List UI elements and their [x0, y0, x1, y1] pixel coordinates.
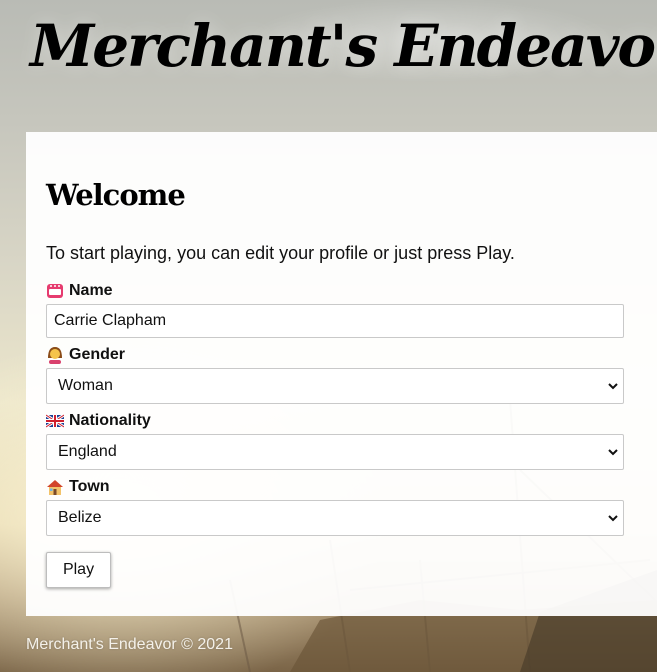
name-label: Name	[46, 282, 113, 300]
town-select[interactable]: Belize	[46, 500, 624, 536]
nationality-label: Nationality	[46, 412, 151, 430]
name-badge-icon	[47, 284, 63, 298]
play-button[interactable]: Play	[46, 552, 111, 588]
gender-select-value: Woman	[58, 377, 113, 394]
name-label-text: Name	[69, 282, 113, 299]
town-label-text: Town	[69, 478, 110, 495]
nationality-select[interactable]: England	[46, 434, 624, 470]
nationality-select-value: England	[58, 443, 117, 460]
profile-panel: Welcome To start playing, you can edit y…	[26, 132, 657, 616]
chevron-down-icon	[608, 515, 618, 522]
uk-flag-icon	[46, 413, 64, 429]
gender-label: Gender	[46, 346, 125, 364]
chevron-down-icon	[608, 383, 618, 390]
name-input[interactable]	[46, 304, 624, 338]
town-select-value: Belize	[58, 509, 102, 526]
gender-label-text: Gender	[69, 346, 126, 363]
chevron-down-icon	[608, 449, 618, 456]
nationality-label-text: Nationality	[69, 412, 151, 429]
gender-select[interactable]: Woman	[46, 368, 624, 404]
woman-icon	[48, 347, 62, 364]
welcome-heading: Welcome	[46, 178, 186, 212]
town-label: Town	[46, 478, 110, 496]
footer-copyright: Merchant's Endeavor © 2021	[26, 636, 233, 653]
site-title: Merchant's Endeavor	[30, 12, 657, 80]
intro-text: To start playing, you can edit your prof…	[46, 243, 515, 263]
house-icon	[47, 480, 63, 495]
